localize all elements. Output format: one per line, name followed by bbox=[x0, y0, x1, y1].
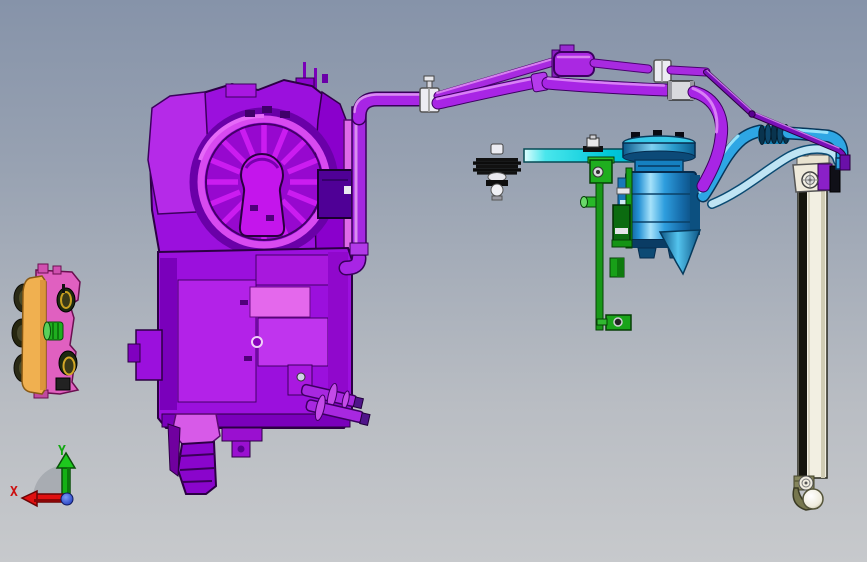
hvac-blower-assembly[interactable] bbox=[127, 62, 375, 495]
blower-inlet-ring[interactable] bbox=[189, 106, 339, 257]
compressor-clutch bbox=[622, 130, 696, 174]
orientation-triad: Y X bbox=[10, 444, 77, 508]
compressor-body bbox=[625, 171, 697, 241]
x-axis-arrow-icon bbox=[20, 489, 67, 508]
hvac-control-head[interactable] bbox=[11, 263, 81, 399]
z-axis-origin-ball-icon bbox=[60, 492, 74, 506]
control-actuator[interactable] bbox=[43, 321, 64, 341]
triad-arc bbox=[33, 465, 66, 498]
cad-viewport[interactable]: Y X bbox=[0, 0, 867, 562]
blower-motor-box[interactable] bbox=[317, 169, 353, 219]
heater-box[interactable] bbox=[127, 246, 353, 458]
drier-tube[interactable] bbox=[792, 147, 841, 511]
x-axis-label: X bbox=[10, 485, 18, 500]
hose-muffler bbox=[551, 44, 595, 78]
floor-duct[interactable] bbox=[167, 413, 221, 495]
cad-scene[interactable]: Y X bbox=[0, 0, 867, 562]
y-axis-label: Y bbox=[58, 444, 66, 459]
compressor-funnel-bracket[interactable] bbox=[658, 229, 702, 276]
drier-bottom-elbow bbox=[792, 475, 824, 511]
idler-damper-stack[interactable] bbox=[473, 143, 521, 201]
